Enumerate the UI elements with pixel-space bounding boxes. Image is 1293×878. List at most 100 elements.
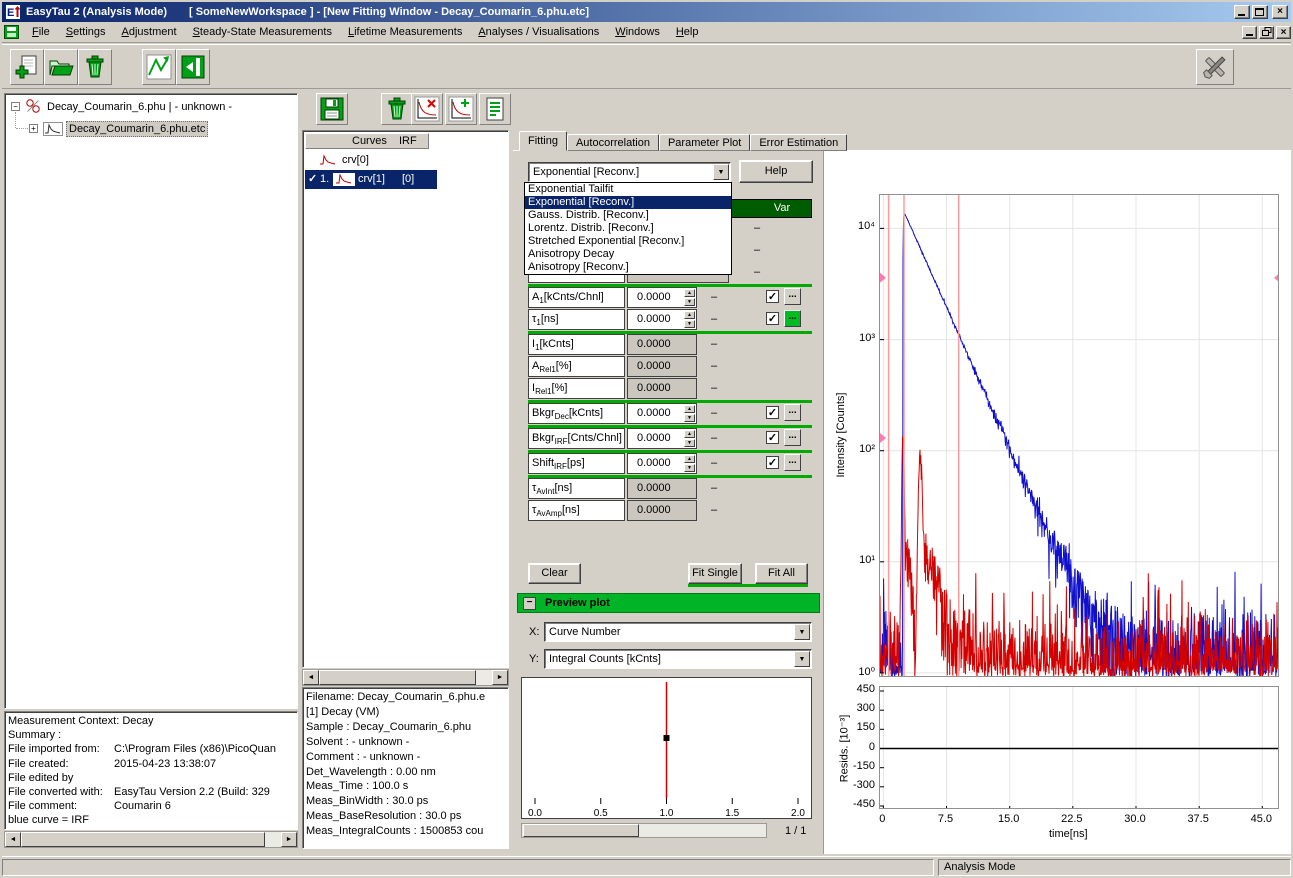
- chevron-down-icon[interactable]: ▼: [794, 624, 810, 640]
- menu-windows[interactable]: Windows: [607, 23, 668, 41]
- scroll-thumb[interactable]: [21, 832, 265, 847]
- menu-steady-state-measurements[interactable]: Steady-State Measurements: [185, 23, 340, 41]
- open-button[interactable]: [44, 49, 78, 85]
- chevron-down-icon[interactable]: ▼: [794, 651, 810, 667]
- model-option-3[interactable]: Lorentz. Distrib. [Reconv.]: [525, 222, 731, 235]
- scroll-thumb[interactable]: [523, 824, 639, 837]
- mdi-restore-button[interactable]: [1259, 26, 1274, 39]
- param-vary-checkbox[interactable]: ✓: [766, 406, 779, 419]
- model-option-2[interactable]: Gauss. Distrib. [Reconv.]: [525, 209, 731, 222]
- scroll-right-arrow[interactable]: ►: [492, 670, 508, 685]
- curve-row-crv[1][interactable]: ✓1.crv[1][0]: [305, 170, 437, 189]
- remove-curve-button[interactable]: [411, 93, 443, 125]
- tree-collapse-toggle[interactable]: −: [11, 102, 20, 111]
- collapse-section-button[interactable]: −: [523, 597, 536, 610]
- new-document-icon: [13, 53, 41, 81]
- fit-model-combobox[interactable]: Exponential [Reconv.] ▼: [528, 162, 731, 182]
- param-value-input[interactable]: 0.0000▲▼: [627, 403, 697, 424]
- context-info-line: File imported from:C:\Program Files (x86…: [5, 742, 297, 756]
- chevron-down-icon[interactable]: ▼: [713, 164, 729, 180]
- scroll-left-arrow[interactable]: ◄: [303, 670, 319, 685]
- model-option-4[interactable]: Stretched Exponential [Reconv.]: [525, 235, 731, 248]
- param-options-button[interactable]: ...: [784, 310, 801, 327]
- value-spinner[interactable]: ▲▼: [684, 430, 695, 447]
- param-vary-checkbox[interactable]: ✓: [766, 456, 779, 469]
- tab-parameter-plot[interactable]: Parameter Plot: [659, 134, 750, 151]
- analysis-button[interactable]: [142, 49, 176, 85]
- param-value-input[interactable]: 0.0000▲▼: [627, 309, 697, 330]
- mdi-close-button[interactable]: ×: [1276, 26, 1291, 39]
- delete-button[interactable]: [78, 49, 112, 85]
- value-spinner[interactable]: ▲▼: [684, 311, 695, 328]
- menu-file[interactable]: File: [24, 23, 58, 41]
- model-option-5[interactable]: Anisotropy Decay: [525, 248, 731, 261]
- mdi-child-icon[interactable]: [4, 25, 19, 39]
- param-value-input[interactable]: 0.0000▲▼: [627, 428, 697, 449]
- value-spinner[interactable]: ▲▼: [684, 455, 695, 472]
- menu-analyses-visualisations[interactable]: Analyses / Visualisations: [470, 23, 607, 41]
- report-icon: [482, 96, 508, 122]
- preview-hscrollbar[interactable]: [521, 823, 767, 838]
- tab-fitting[interactable]: Fitting: [519, 131, 567, 151]
- model-option-0[interactable]: Exponential Tailfit: [525, 183, 731, 196]
- mode-switch-button[interactable]: [176, 49, 210, 85]
- scroll-left-arrow[interactable]: ◄: [5, 832, 21, 847]
- tree-expand-toggle[interactable]: +: [29, 124, 38, 133]
- param-value-input[interactable]: 0.0000▲▼: [627, 453, 697, 474]
- scroll-thumb[interactable]: [319, 670, 476, 685]
- param-vary-checkbox[interactable]: ✓: [766, 431, 779, 444]
- new-workspace-button[interactable]: [10, 49, 44, 85]
- preview-y-combobox[interactable]: Integral Counts [kCnts] ▼: [544, 649, 812, 669]
- context-info-line: Summary :: [5, 728, 297, 742]
- param-options-button[interactable]: ...: [784, 454, 801, 471]
- curves-hscrollbar[interactable]: ◄ ►: [302, 669, 509, 686]
- param-options-button[interactable]: ...: [784, 404, 801, 421]
- model-option-1[interactable]: Exponential [Reconv.]: [525, 196, 731, 209]
- param-vary-checkbox[interactable]: ✓: [766, 290, 779, 303]
- fit-model-dropdown-list[interactable]: Exponential TailfitExponential [Reconv.]…: [524, 182, 732, 275]
- tree-root-label[interactable]: Decay_Coumarin_6.phu | - unknown -: [45, 100, 234, 114]
- param-link-dash: –: [700, 356, 728, 377]
- param-label: τAvAmp[ns]: [528, 500, 625, 521]
- cursor-handle[interactable]: [1274, 273, 1279, 283]
- report-button[interactable]: [479, 93, 511, 125]
- scroll-right-arrow[interactable]: ►: [281, 832, 297, 847]
- param-options-button[interactable]: ...: [784, 429, 801, 446]
- close-button[interactable]: ×: [1272, 5, 1288, 19]
- fit-all-button[interactable]: Fit All: [755, 563, 808, 584]
- tools-button[interactable]: [1196, 49, 1234, 85]
- fit-single-button[interactable]: Fit Single: [688, 563, 742, 584]
- workspace-tree[interactable]: − Decay_Coumarin_6.phu | - unknown - + D…: [4, 93, 298, 709]
- save-curve-button[interactable]: [316, 93, 348, 125]
- curve-name: crv[0]: [342, 151, 369, 169]
- value-spinner[interactable]: ▲▼: [684, 289, 695, 306]
- maximize-button[interactable]: [1252, 5, 1268, 19]
- left-panel-hscrollbar[interactable]: ◄ ►: [4, 831, 298, 848]
- preview-x-combobox[interactable]: Curve Number ▼: [544, 622, 812, 642]
- delete-curve-button[interactable]: [381, 93, 413, 125]
- tab-error-estimation[interactable]: Error Estimation: [750, 134, 847, 151]
- clear-button[interactable]: Clear: [528, 563, 581, 584]
- model-option-6[interactable]: Anisotropy [Reconv.]: [525, 261, 731, 274]
- file-info-line: [1] Decay (VM): [303, 705, 508, 720]
- preview-data-marker[interactable]: [664, 735, 670, 741]
- param-options-button[interactable]: ...: [784, 288, 801, 305]
- tab-autocorrelation[interactable]: Autocorrelation: [567, 134, 659, 151]
- menu-settings[interactable]: Settings: [58, 23, 114, 41]
- menu-lifetime-measurements[interactable]: Lifetime Measurements: [340, 23, 470, 41]
- help-button[interactable]: Help: [739, 160, 813, 183]
- decay-plot[interactable]: [879, 194, 1279, 677]
- menu-adjustment[interactable]: Adjustment: [114, 23, 185, 41]
- value-spinner[interactable]: ▲▼: [684, 405, 695, 422]
- mdi-minimize-button[interactable]: [1242, 26, 1257, 39]
- menu-help[interactable]: Help: [668, 23, 707, 41]
- preview-plot[interactable]: 0.00.51.01.52.0: [521, 677, 812, 819]
- open-folder-icon: [47, 53, 75, 81]
- add-curve-button[interactable]: [445, 93, 477, 125]
- param-row: I1[kCnts]0.0000–: [528, 334, 812, 356]
- curve-row-crv[0][interactable]: crv[0]: [305, 151, 505, 170]
- tree-child-label[interactable]: Decay_Coumarin_6.phu.etc: [66, 121, 208, 137]
- param-value-input[interactable]: 0.0000▲▼: [627, 287, 697, 308]
- param-vary-checkbox[interactable]: ✓: [766, 312, 779, 325]
- minimize-button[interactable]: [1234, 5, 1250, 19]
